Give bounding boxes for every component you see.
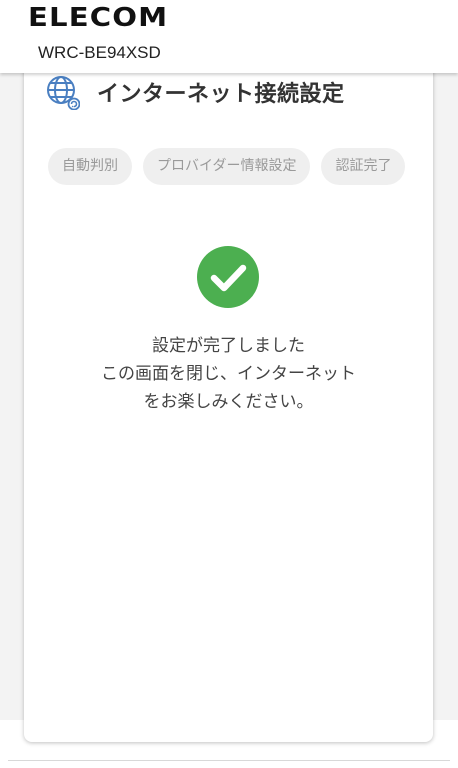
step-auto-detect: 自動判別 <box>48 148 132 185</box>
model-name: WRC-BE94XSD <box>38 43 161 62</box>
message-line: をお楽しみください。 <box>143 392 314 412</box>
app-header: ELECOM WRC-BE94XSD <box>0 0 458 73</box>
card-header: インターネット接続設定 <box>46 74 345 110</box>
step-provider-info: プロバイダー情報設定 <box>143 148 311 185</box>
page-title: インターネット接続設定 <box>97 82 345 107</box>
completion-message: 設定が完了しました この画面を閉じ、インターネット をお楽しみください。 <box>24 332 433 416</box>
message-line: 設定が完了しました <box>152 336 305 356</box>
message-line: この画面を閉じ、インターネット <box>101 364 356 384</box>
globe-icon <box>47 76 80 110</box>
step-auth-complete: 認証完了 <box>321 148 406 185</box>
settings-card: インターネット接続設定 自動判別 プロバイダー情報設定 認証完了 設定が完了しま… <box>24 60 433 742</box>
brand-logo: ELECOM <box>28 3 169 33</box>
check-circle-icon <box>197 246 259 308</box>
bottom-divider <box>8 760 450 761</box>
progress-steps: 自動判別 プロバイダー情報設定 認証完了 <box>48 148 406 185</box>
